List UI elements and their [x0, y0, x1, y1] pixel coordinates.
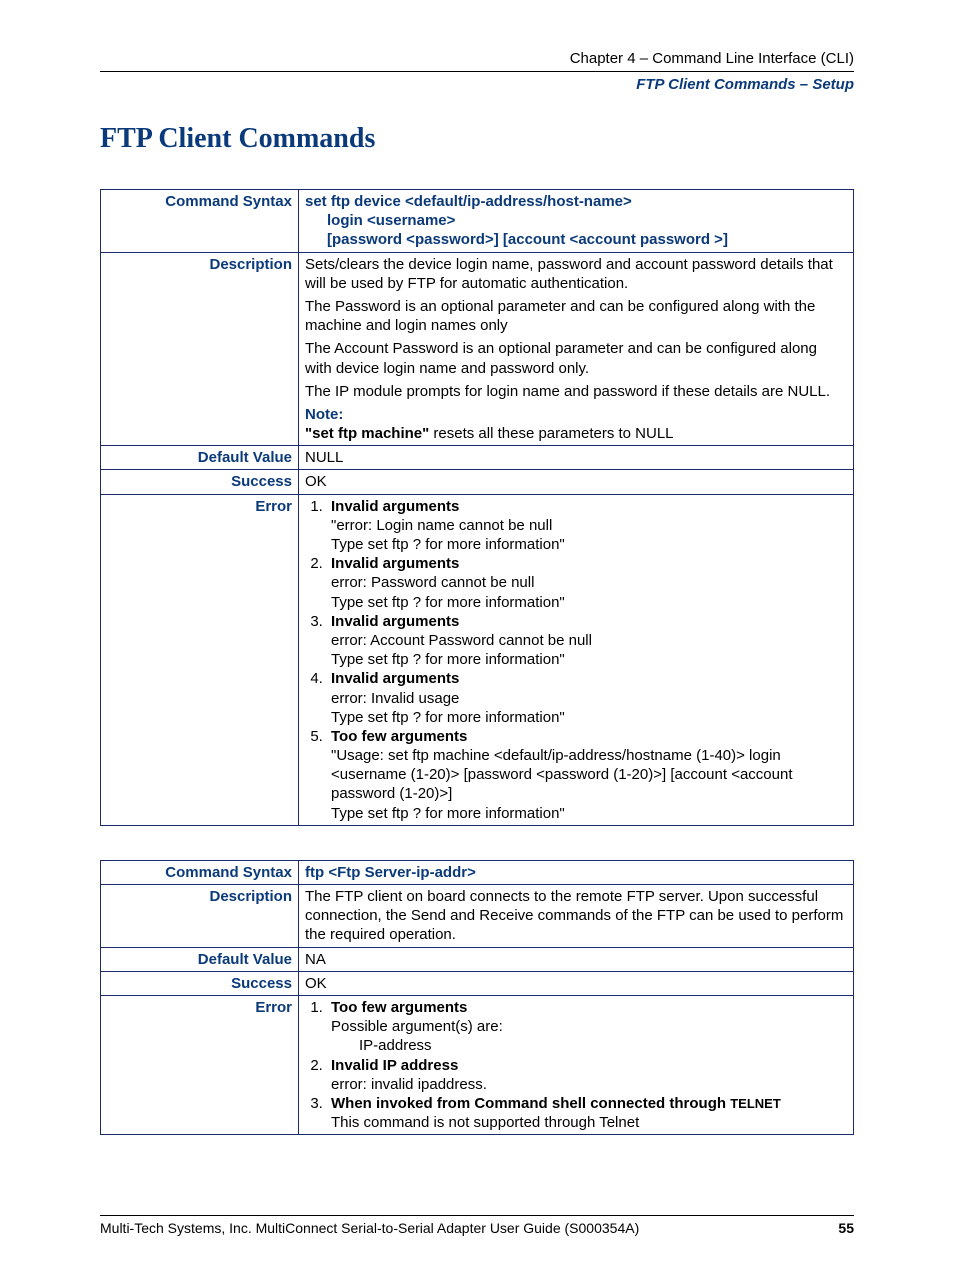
label-description: Description — [101, 885, 299, 948]
row-default: Default Value NA — [101, 947, 854, 971]
label-command-syntax: Command Syntax — [101, 860, 299, 884]
cell-error: Invalid arguments "error: Login name can… — [299, 494, 854, 825]
cell-success: OK — [299, 470, 854, 494]
cell-success: OK — [299, 971, 854, 995]
cell-description: Sets/clears the device login name, passw… — [299, 252, 854, 446]
note-rest: resets all these parameters to NULL — [429, 425, 673, 442]
label-success: Success — [101, 470, 299, 494]
page-title: FTP Client Commands — [100, 123, 854, 155]
header-rule — [100, 71, 854, 72]
cell-error: Too few arguments Possible argument(s) a… — [299, 995, 854, 1134]
note-label: Note: — [305, 405, 847, 424]
syntax-line3: [password <password>] [account <account … — [305, 230, 847, 249]
error-item: Invalid arguments error: Account Passwor… — [327, 612, 847, 670]
err-line: "error: Login name cannot be null — [331, 516, 847, 535]
err-head: Invalid arguments — [331, 555, 459, 572]
err-head: Invalid arguments — [331, 498, 459, 515]
err-line: Type set ftp ? for more information" — [331, 708, 847, 727]
err-line: Type set ftp ? for more information" — [331, 804, 847, 823]
page-number: 55 — [838, 1220, 854, 1236]
error-item: Too few arguments Possible argument(s) a… — [327, 998, 847, 1056]
err3-pre: When invoked from Command shell connecte… — [331, 1095, 730, 1112]
cell-syntax: ftp <Ftp Server-ip-addr> — [299, 860, 854, 884]
err-head: Invalid IP address — [331, 1057, 458, 1074]
cell-description: The FTP client on board connects to the … — [299, 885, 854, 948]
label-description: Description — [101, 252, 299, 446]
err-line: Possible argument(s) are: — [331, 1017, 847, 1036]
footer-text: Multi-Tech Systems, Inc. MultiConnect Se… — [100, 1220, 639, 1236]
error-item: Invalid arguments "error: Login name can… — [327, 497, 847, 555]
cell-default: NULL — [299, 446, 854, 470]
footer-rule — [100, 1215, 854, 1216]
command-table-1: Command Syntax set ftp device <default/i… — [100, 189, 854, 826]
err3-telnet: TELNET — [730, 1096, 781, 1111]
command-table-2: Command Syntax ftp <Ftp Server-ip-addr> … — [100, 860, 854, 1135]
desc-p4: The IP module prompts for login name and… — [305, 382, 847, 401]
err-head: Too few arguments — [331, 728, 467, 745]
desc-p1: Sets/clears the device login name, passw… — [305, 255, 847, 293]
error-item: Invalid arguments error: Invalid usage T… — [327, 669, 847, 727]
chapter-header: Chapter 4 – Command Line Interface (CLI) — [100, 50, 854, 71]
document-page: Chapter 4 – Command Line Interface (CLI)… — [0, 0, 954, 1276]
label-success: Success — [101, 971, 299, 995]
note-text: "set ftp machine" resets all these param… — [305, 424, 847, 443]
cell-syntax: set ftp device <default/ip-address/host-… — [299, 190, 854, 253]
note-bold: "set ftp machine" — [305, 425, 429, 442]
label-default: Default Value — [101, 947, 299, 971]
row-syntax: Command Syntax ftp <Ftp Server-ip-addr> — [101, 860, 854, 884]
desc-p2: The Password is an optional parameter an… — [305, 297, 847, 335]
error-item: Invalid IP address error: invalid ipaddr… — [327, 1056, 847, 1094]
err-line: Type set ftp ? for more information" — [331, 535, 847, 554]
desc-p3: The Account Password is an optional para… — [305, 339, 847, 377]
row-syntax: Command Syntax set ftp device <default/i… — [101, 190, 854, 253]
row-error: Error Invalid arguments "error: Login na… — [101, 494, 854, 825]
label-error: Error — [101, 494, 299, 825]
err-line: Type set ftp ? for more information" — [331, 593, 847, 612]
cell-default: NA — [299, 947, 854, 971]
err-line: This command is not supported through Te… — [331, 1113, 847, 1132]
error-item: Invalid arguments error: Password cannot… — [327, 554, 847, 612]
label-error: Error — [101, 995, 299, 1134]
err-head: Too few arguments — [331, 999, 467, 1016]
err-line: error: Password cannot be null — [331, 573, 847, 592]
err-line: error: Invalid usage — [331, 689, 847, 708]
row-success: Success OK — [101, 470, 854, 494]
err-head: Invalid arguments — [331, 670, 459, 687]
row-error: Error Too few arguments Possible argumen… — [101, 995, 854, 1134]
label-command-syntax: Command Syntax — [101, 190, 299, 253]
row-default: Default Value NULL — [101, 446, 854, 470]
error-list-2: Too few arguments Possible argument(s) a… — [305, 998, 847, 1132]
err-line: Type set ftp ? for more information" — [331, 650, 847, 669]
row-description: Description Sets/clears the device login… — [101, 252, 854, 446]
err-line: error: invalid ipaddress. — [331, 1075, 847, 1094]
row-success: Success OK — [101, 971, 854, 995]
err3-head: When invoked from Command shell connecte… — [331, 1095, 781, 1112]
error-list-1: Invalid arguments "error: Login name can… — [305, 497, 847, 823]
error-item: Too few arguments "Usage: set ftp machin… — [327, 727, 847, 823]
footer: Multi-Tech Systems, Inc. MultiConnect Se… — [100, 1220, 854, 1236]
row-description: Description The FTP client on board conn… — [101, 885, 854, 948]
err-line: error: Account Password cannot be null — [331, 631, 847, 650]
subheader: FTP Client Commands – Setup — [100, 76, 854, 93]
err-head: Invalid arguments — [331, 613, 459, 630]
syntax-line2: login <username> — [305, 211, 847, 230]
error-item: When invoked from Command shell connecte… — [327, 1094, 847, 1132]
label-default: Default Value — [101, 446, 299, 470]
err-line: "Usage: set ftp machine <default/ip-addr… — [331, 746, 847, 804]
err-line: IP-address — [331, 1036, 847, 1055]
syntax-line1: set ftp device <default/ip-address/host-… — [305, 192, 847, 211]
